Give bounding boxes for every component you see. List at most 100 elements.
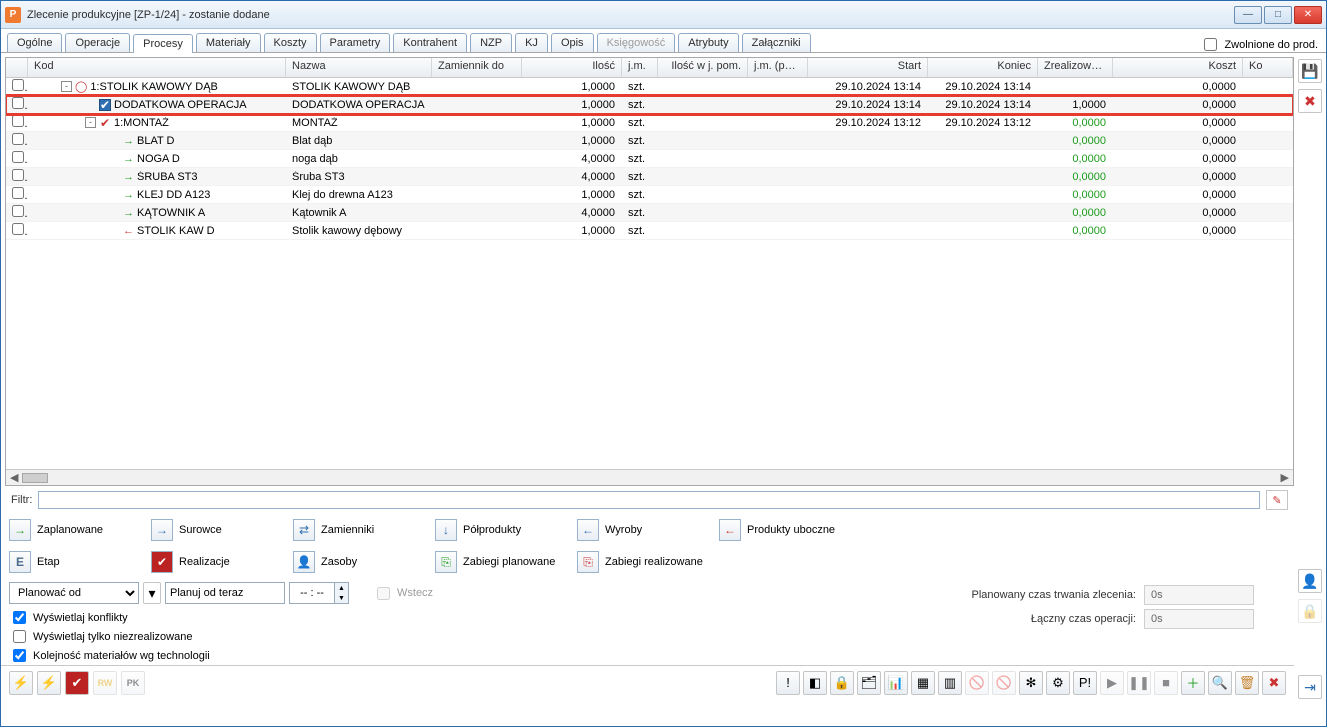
cb-niezreal[interactable] — [13, 630, 26, 643]
bottom-right-btn-18[interactable]: ✖ — [1262, 671, 1286, 695]
col-zamiennik[interactable]: Zamiennik do — [432, 58, 522, 77]
table-row[interactable]: → BLAT DBlat dąb1,0000szt.0,00000,0000 — [6, 132, 1293, 150]
bottom-left-btn-1[interactable]: ⚡ — [37, 671, 61, 695]
minimize-button[interactable]: — — [1234, 6, 1262, 24]
col-jmpom[interactable]: j.m. (pom) — [748, 58, 808, 77]
action-surowce[interactable]: →Surowce — [151, 518, 287, 542]
plan-mode-expand[interactable]: ▾ — [143, 582, 161, 604]
col-start[interactable]: Start — [808, 58, 928, 77]
bottom-right-btn-10[interactable]: ⚙ — [1046, 671, 1070, 695]
action-produkty-uboczne[interactable]: ←Produkty uboczne — [719, 518, 855, 542]
row-checkbox[interactable] — [12, 223, 24, 235]
bottom-left-btn-3[interactable]: RW — [93, 671, 117, 695]
col-koszt[interactable]: Koszt — [1113, 58, 1243, 77]
bottom-left-btn-0[interactable]: ⚡ — [9, 671, 33, 695]
cb-kolejnosc[interactable] — [13, 649, 26, 662]
time-spinner-input[interactable] — [290, 583, 334, 603]
action-zaplanowane[interactable]: →Zaplanowane — [9, 518, 145, 542]
row-checkbox[interactable] — [12, 205, 24, 217]
tab-ogólne[interactable]: Ogólne — [7, 33, 62, 52]
col-jm[interactable]: j.m. — [622, 58, 658, 77]
exit-icon[interactable]: ⇥ — [1298, 675, 1322, 699]
bottom-right-btn-16[interactable]: 🔍 — [1208, 671, 1232, 695]
action-wyroby[interactable]: ←Wyroby — [577, 518, 713, 542]
bottom-right-btn-14[interactable]: ■ — [1154, 671, 1178, 695]
col-ko[interactable]: Ko — [1243, 58, 1293, 77]
col-koniec[interactable]: Koniec — [928, 58, 1038, 77]
maximize-button[interactable]: □ — [1264, 6, 1292, 24]
tab-nzp[interactable]: NZP — [470, 33, 512, 52]
bottom-left-btn-4[interactable]: PK — [121, 671, 145, 695]
action-półprodukty[interactable]: ↓Półprodukty — [435, 518, 571, 542]
bottom-right-btn-0[interactable]: ! — [776, 671, 800, 695]
bottom-left-btn-2[interactable]: ✔ — [65, 671, 89, 695]
action-zabiegi-realizowane[interactable]: ⎘Zabiegi realizowane — [577, 550, 713, 574]
action-realizacje[interactable]: ✔Realizacje — [151, 550, 287, 574]
row-checkbox[interactable] — [12, 97, 24, 109]
bottom-right-btn-4[interactable]: 📊 — [884, 671, 908, 695]
plan-from-input[interactable] — [165, 582, 285, 604]
row-checkbox[interactable] — [12, 187, 24, 199]
bottom-right-btn-2[interactable]: 🔒 — [830, 671, 854, 695]
save-icon[interactable]: 💾 — [1298, 59, 1322, 83]
bottom-right-btn-9[interactable]: ✻ — [1019, 671, 1043, 695]
bottom-right-btn-5[interactable]: ▦ — [911, 671, 935, 695]
col-kod[interactable]: Kod — [28, 58, 286, 77]
filter-input[interactable] — [38, 491, 1260, 509]
table-row[interactable]: ✔ DODATKOWA OPERACJADODATKOWA OPERACJA1,… — [6, 96, 1293, 114]
release-checkbox[interactable] — [1204, 38, 1217, 51]
action-zamienniki[interactable]: ⇄Zamienniki — [293, 518, 429, 542]
col-nazwa[interactable]: Nazwa — [286, 58, 432, 77]
tab-materiały[interactable]: Materiały — [196, 33, 261, 52]
tab-operacje[interactable]: Operacje — [65, 33, 130, 52]
table-row[interactable]: ← STOLIK KAW DStolik kawowy dębowy1,0000… — [6, 222, 1293, 240]
row-checkbox[interactable] — [12, 133, 24, 145]
tab-kontrahent[interactable]: Kontrahent — [393, 33, 467, 52]
tab-załączniki[interactable]: Załączniki — [742, 33, 811, 52]
cb-konflikty[interactable] — [13, 611, 26, 624]
table-row[interactable]: → NOGA Dnoga dąb4,0000szt.0,00000,0000 — [6, 150, 1293, 168]
row-checkbox[interactable] — [12, 115, 24, 127]
row-checkbox[interactable] — [12, 151, 24, 163]
col-zreal[interactable]: Zrealizowano — [1038, 58, 1113, 77]
h-scrollbar[interactable]: ◀▶ — [6, 469, 1293, 485]
action-etap[interactable]: EEtap — [9, 550, 145, 574]
time-spinner[interactable]: ▲▼ — [289, 582, 349, 604]
table-row[interactable]: → ŚRUBA ST3Śruba ST34,0000szt.0,00000,00… — [6, 168, 1293, 186]
col-ilosc[interactable]: Ilość — [522, 58, 622, 77]
bottom-right-btn-8[interactable]: 🚫 — [992, 671, 1016, 695]
table-row[interactable]: - ✔ 1:MONTAŻMONTAŻ1,0000szt.29.10.2024 1… — [6, 114, 1293, 132]
bottom-right-btn-12[interactable]: ▶ — [1100, 671, 1124, 695]
action-zasoby[interactable]: 👤Zasoby — [293, 550, 429, 574]
plan-mode-select[interactable]: Planować od — [9, 582, 139, 604]
tab-atrybuty[interactable]: Atrybuty — [678, 33, 738, 52]
close-button[interactable]: ✕ — [1294, 6, 1322, 24]
delete-icon[interactable]: ✖ — [1298, 89, 1322, 113]
bottom-right-btn-3[interactable]: 🗂 — [857, 671, 881, 695]
user-icon[interactable]: 👤 — [1298, 569, 1322, 593]
action-bar-row2: EEtap✔Realizacje👤Zasoby⎘Zabiegi planowan… — [1, 546, 1294, 578]
release-checkbox-wrap[interactable]: Zwolnione do prod. — [1200, 35, 1318, 54]
row-checkbox[interactable] — [12, 79, 24, 91]
table-row[interactable]: → KĄTOWNIK AKątownik A4,0000szt.0,00000,… — [6, 204, 1293, 222]
bottom-right-btn-13[interactable]: ❚❚ — [1127, 671, 1151, 695]
lock-icon[interactable]: 🔒 — [1298, 599, 1322, 623]
bottom-right-btn-6[interactable]: ▥ — [938, 671, 962, 695]
tab-opis[interactable]: Opis — [551, 33, 594, 52]
bottom-right-btn-17[interactable]: 🗑 — [1235, 671, 1259, 695]
bottom-right-btn-1[interactable]: ◧ — [803, 671, 827, 695]
action-zabiegi-planowane[interactable]: ⎘Zabiegi planowane — [435, 550, 571, 574]
tab-kj[interactable]: KJ — [515, 33, 548, 52]
filter-clear-button[interactable]: ✎ — [1266, 490, 1288, 510]
col-iloscwjpom[interactable]: Ilość w j. pom. — [658, 58, 748, 77]
bottom-right-btn-11[interactable]: P! — [1073, 671, 1097, 695]
bottom-right-btn-7[interactable]: 🚫 — [965, 671, 989, 695]
tab-parametry[interactable]: Parametry — [320, 33, 391, 52]
row-checkbox[interactable] — [12, 169, 24, 181]
tab-księgowość[interactable]: Księgowość — [597, 33, 676, 52]
tab-procesy[interactable]: Procesy — [133, 34, 193, 53]
table-row[interactable]: → KLEJ DD A123Klej do drewna A1231,0000s… — [6, 186, 1293, 204]
tab-koszty[interactable]: Koszty — [264, 33, 317, 52]
bottom-right-btn-15[interactable]: ＋ — [1181, 671, 1205, 695]
table-row[interactable]: - ◯ 1:STOLIK KAWOWY DĄBSTOLIK KAWOWY DĄB… — [6, 78, 1293, 96]
